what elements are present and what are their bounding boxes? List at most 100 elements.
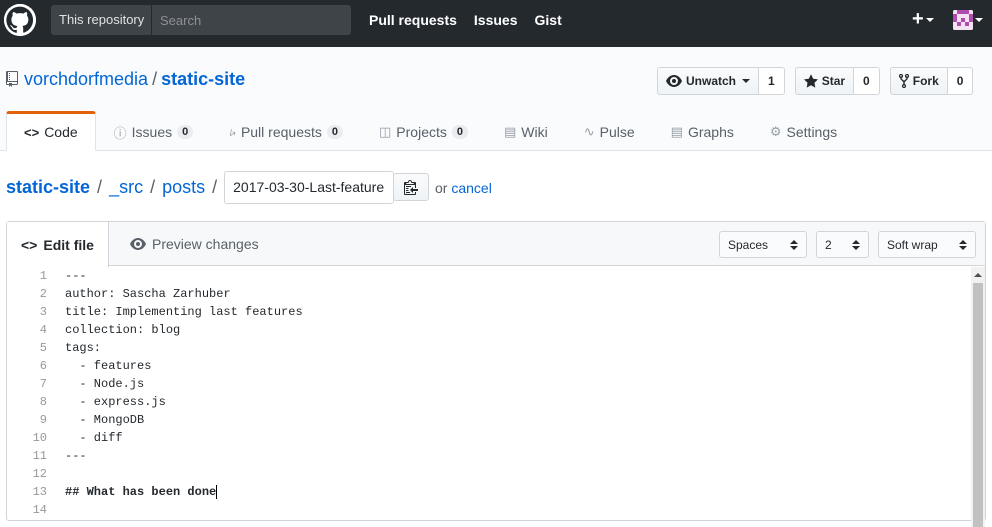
caret-down-icon [925,17,934,22]
tab-pulse[interactable]: ∿ Pulse [566,111,653,151]
fork-button[interactable]: Fork [889,67,948,95]
or-text: or [435,180,448,196]
code-line: 1 --- [7,267,971,285]
tab-issues[interactable]: ⓘ Issues 0 [96,111,212,151]
nav-pull-requests[interactable]: Pull requests [369,12,457,28]
repo-owner-link[interactable]: vorchdorfmedia [24,69,148,89]
line-content: ## What has been done [65,485,217,499]
projects-count-badge: 0 [451,125,468,139]
indent-size-value: 2 [825,237,832,252]
clipboard-icon [404,180,418,195]
repo-actions: Unwatch 1 Star 0 Fork 0 [657,67,974,95]
indent-size-select[interactable]: 2 [816,231,869,258]
tab-label: Graphs [687,124,734,140]
watch-count[interactable]: 1 [759,67,785,95]
star-button[interactable]: Star [794,67,855,95]
repo-nav: <> Code ⓘ Issues 0 ⭟ Pull requests 0 ◫ P… [6,111,855,151]
select-arrows-icon [852,239,860,250]
preview-changes-label: Preview changes [152,236,259,252]
line-number: 4 [39,323,47,337]
scroll-up-arrow-icon[interactable] [974,273,982,277]
tab-wiki[interactable]: ▤ Wiki [486,111,566,151]
eye-icon [130,238,146,250]
scroll-thumb[interactable] [973,283,983,527]
search-input[interactable] [152,5,351,35]
nav-gist[interactable]: Gist [535,12,562,28]
tab-pull-requests[interactable]: ⭟ Pull requests 0 [211,111,361,151]
edit-file-label: Edit file [43,236,94,253]
line-number: 11 [32,449,47,463]
code-line: 12 [7,465,971,483]
code-line: 4 collection: blog [7,321,971,339]
line-number: 10 [32,431,47,445]
code-line: 9 - MongoDB [7,411,971,429]
tab-label: Pulse [599,124,635,140]
code-editor[interactable]: 1 --- 2 author: Sascha Zarhuber 3 title: Im… [7,267,971,527]
search-scope-label: This repository [51,5,152,35]
line-content: - express.js [65,395,166,409]
editor-scrollbar[interactable] [971,267,985,527]
breadcrumb-separator: / [97,176,103,197]
search-form: This repository [51,5,351,35]
tab-projects[interactable]: ◫ Projects 0 [361,111,486,151]
tab-preview-changes[interactable]: Preview changes [116,222,273,266]
cancel-link[interactable]: cancel [451,180,491,196]
line-content: title: Implementing last features [65,305,303,319]
breadcrumb: static-site / _src / posts / [6,170,395,204]
breadcrumb-src-link[interactable]: _src [109,177,143,198]
gear-icon: ⚙ [769,124,782,139]
editor-header: <> Edit file Preview changes Spaces 2 So… [7,222,985,267]
file-editor: <> Edit file Preview changes Spaces 2 So… [6,221,986,527]
line-number: 3 [39,305,47,319]
avatar [953,10,973,30]
fork-group: Fork 0 [889,67,974,95]
pull-request-icon: ⭟ [229,124,236,139]
or-cancel: or cancel [435,180,492,196]
watch-group: Unwatch 1 [657,67,785,95]
tab-label: Pull requests [240,124,322,140]
code-line: 7 - Node.js [7,375,971,393]
wrap-mode-select[interactable]: Soft wrap [878,231,976,258]
line-number: 2 [39,287,47,301]
tab-label: Code [44,124,78,140]
eye-icon [666,75,682,87]
breadcrumb-posts-link[interactable]: posts [162,177,205,198]
unwatch-button[interactable]: Unwatch [657,67,760,95]
star-count[interactable]: 0 [854,67,880,95]
tab-settings[interactable]: ⚙ Settings [752,111,855,151]
star-label: Star [821,74,846,88]
line-number: 8 [39,395,47,409]
tab-edit-file[interactable]: <> Edit file [7,222,109,267]
line-content: author: Sascha Zarhuber [65,287,231,301]
line-content: --- [65,269,87,283]
line-number: 14 [32,503,47,517]
tab-code[interactable]: <> Code [6,111,96,151]
select-arrows-icon [959,239,967,250]
fork-count[interactable]: 0 [947,67,974,95]
issues-count-badge: 0 [177,125,194,139]
line-number: 6 [39,359,47,373]
user-menu[interactable] [953,10,983,30]
repo-header: vorchdorfmedia / static-site Unwatch 1 Sta… [0,47,992,151]
caret-down-icon [975,18,983,22]
line-content: - diff [65,431,123,445]
breadcrumb-separator: / [150,176,156,197]
repo-title-separator: / [152,69,158,89]
nav-issues[interactable]: Issues [474,12,518,28]
code-line: 3 title: Implementing last features [7,303,971,321]
code-icon: <> [21,236,38,253]
header-nav: Pull requests Issues Gist [369,12,562,28]
code-line: 5 tags: [7,339,971,357]
breadcrumb-root-link[interactable]: static-site [6,177,90,198]
github-logo-icon[interactable] [4,4,36,36]
pull-requests-count-badge: 0 [326,125,343,139]
indent-mode-select[interactable]: Spaces [719,231,807,258]
line-number: 7 [39,377,47,391]
breadcrumb-separator: / [212,176,218,197]
filename-input[interactable] [224,170,395,204]
repo-name-link[interactable]: static-site [161,69,245,89]
copy-path-button[interactable] [393,173,429,201]
create-new-menu[interactable]: + [912,8,934,30]
tab-graphs[interactable]: ▤ Graphs [653,111,752,151]
pulse-icon: ∿ [583,124,595,139]
